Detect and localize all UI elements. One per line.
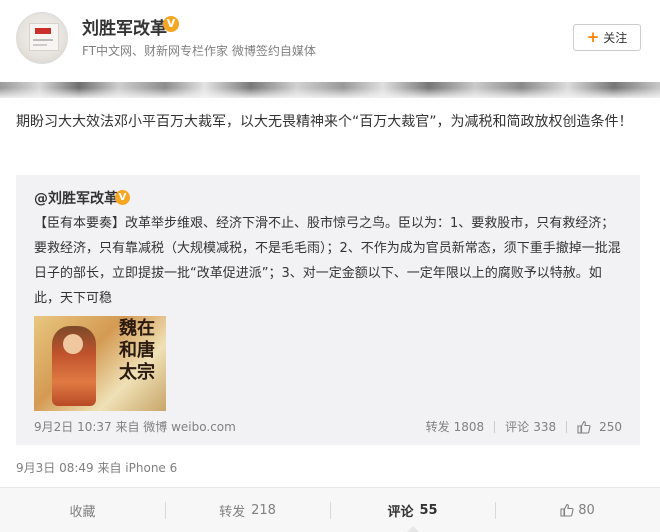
quoted-post-actions: 转发 1808 评论 338 250	[426, 418, 622, 435]
like-button[interactable]: 80	[495, 488, 660, 532]
quoted-comment-label: 评论	[505, 420, 530, 434]
quoted-comment-count: 338	[533, 419, 557, 434]
quoted-repost-label: 转发	[425, 420, 450, 434]
profile-header: 刘胜军改革 V FT中文网、财新网专栏作家 微博签约自媒体 + 关注	[0, 0, 660, 82]
quoted-user-mention[interactable]: @刘胜军改革	[34, 188, 118, 208]
thumbs-up-icon	[577, 420, 591, 434]
verified-icon: V	[163, 16, 179, 32]
favorite-button[interactable]: 收藏	[0, 488, 165, 532]
follow-button[interactable]: + 关注	[573, 24, 641, 51]
thumbs-up-icon	[560, 503, 574, 517]
image-calligraphy: 魏在和唐太宗	[119, 318, 155, 383]
avatar[interactable]	[16, 12, 68, 64]
favorite-label: 收藏	[69, 504, 96, 520]
repost-count: 218	[251, 502, 276, 518]
quoted-post-time-source[interactable]: 9月2日 10:37 来自 微博 weibo.com	[34, 418, 236, 435]
avatar-line	[33, 39, 53, 41]
quoted-repost-count: 1808	[453, 419, 485, 434]
verified-icon: V	[115, 190, 130, 205]
comment-label: 评论	[387, 504, 414, 520]
repost-button[interactable]: 转发 218	[165, 488, 330, 532]
post-time-source[interactable]: 9月3日 08:49 来自 iPhone 6	[16, 459, 177, 476]
follow-label: 关注	[603, 31, 628, 45]
plus-icon: +	[586, 28, 600, 46]
image-figure-face	[63, 334, 83, 354]
quoted-post-footer: 9月2日 10:37 来自 微博 weibo.com 转发 1808 评论 33…	[34, 418, 622, 438]
comment-button[interactable]: 评论 55	[330, 488, 495, 532]
divider	[566, 420, 568, 433]
post-action-bar: 收藏 转发 218 评论 55 80	[0, 487, 660, 532]
repost-label: 转发	[219, 504, 246, 520]
avatar-line	[33, 44, 47, 46]
quoted-like-count: 250	[599, 419, 622, 434]
quoted-post-text: 【臣有本要奏】改革举步维艰、经济下滑不止、股市惊弓之鸟。臣以为：1、要救股市，只…	[34, 216, 621, 306]
quoted-repost-action[interactable]: 转发 1808	[426, 418, 485, 435]
quoted-post-image[interactable]: 魏在和唐太宗	[34, 316, 166, 411]
divider	[494, 420, 496, 433]
comment-count: 55	[419, 502, 438, 518]
username[interactable]: 刘胜军改革	[82, 14, 167, 39]
post-text: 期盼习大大效法邓小平百万大裁军，以大无畏精神来个“百万大裁官”，为减税和简政放权…	[16, 114, 633, 130]
quoted-comment-action[interactable]: 评论 338	[505, 418, 556, 435]
quoted-like-action[interactable]: 250	[577, 420, 622, 434]
like-count: 80	[578, 502, 595, 518]
user-bio: FT中文网、财新网专栏作家 微博签约自媒体	[82, 44, 316, 58]
avatar-red-mark	[35, 28, 51, 34]
quoted-post[interactable]: @刘胜军改革 V 【臣有本要奏】改革举步维艰、经济下滑不止、股市惊弓之鸟。臣以为…	[16, 175, 640, 445]
cover-banner	[0, 82, 660, 98]
